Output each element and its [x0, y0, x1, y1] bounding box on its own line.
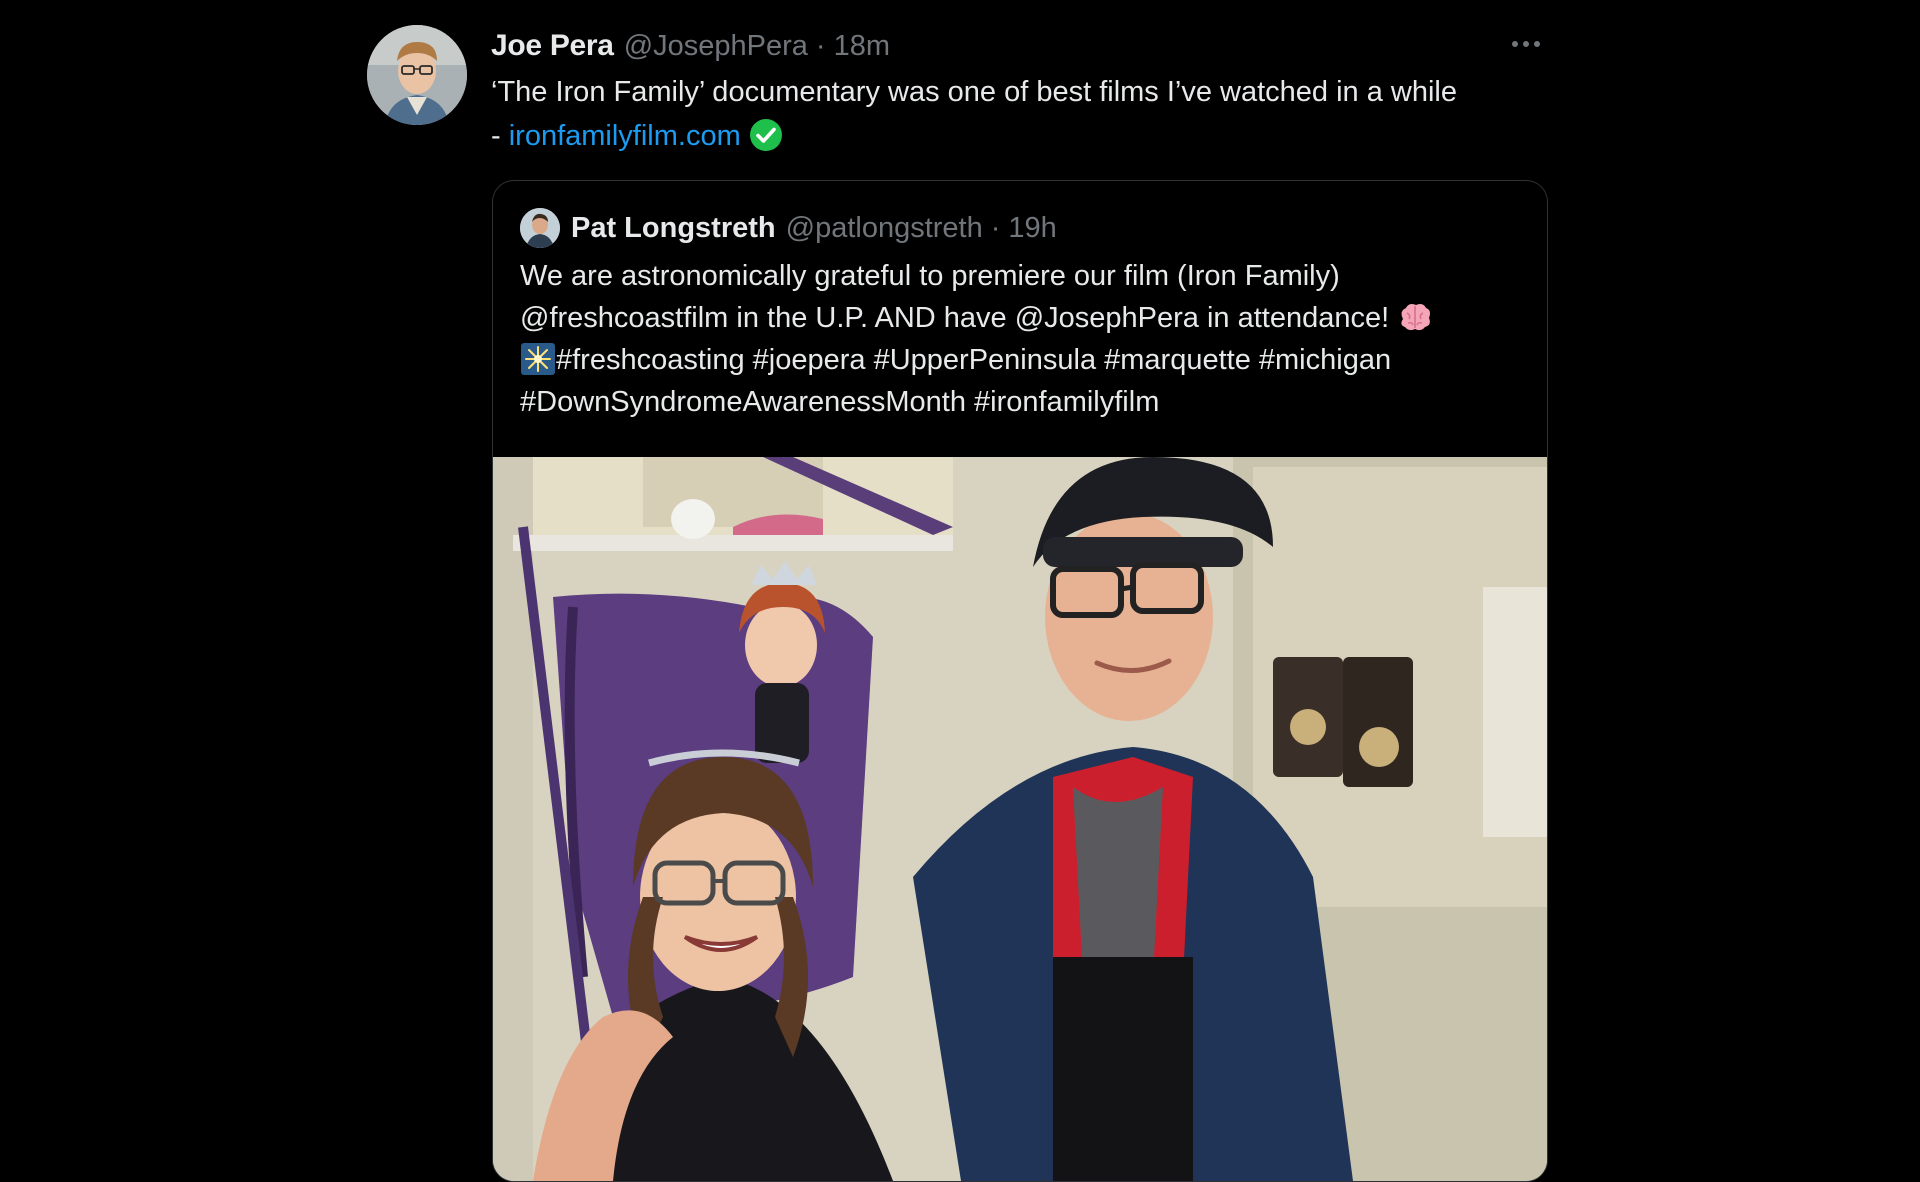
quoted-author-handle[interactable]: @patlongstreth: [786, 212, 983, 245]
tweet: Joe Pera @JosephPera · 18m ‘The Iron Fam…: [0, 0, 1920, 1182]
more-horizontal-icon: [1512, 41, 1540, 47]
author-display-name[interactable]: Joe Pera: [491, 29, 614, 63]
text-prefix: -: [491, 120, 509, 152]
more-options-button[interactable]: [1508, 30, 1544, 58]
quoted-text-segment: @freshcoastfilm in the U.P. AND have @Jo…: [520, 302, 1398, 334]
quoted-avatar-image: [520, 208, 560, 248]
quoted-tweet-header: Pat Longstreth @patlongstreth · 19h: [520, 207, 1057, 249]
quoted-text-segment: #freshcoasting #joepera #UpperPeninsula …: [556, 344, 1392, 376]
tweet-header: Joe Pera @JosephPera · 18m: [491, 26, 890, 66]
tweet-text-line: ‘The Iron Family’ documentary was one of…: [491, 76, 1458, 108]
tweet-text: ‘The Iron Family’ documentary was one of…: [491, 70, 1571, 158]
quoted-text-line: #DownSyndromeAwarenessMonth #ironfamilyf…: [520, 386, 1160, 418]
quoted-tweet-photo[interactable]: [493, 457, 1547, 1181]
author-handle[interactable]: @JosephPera: [624, 30, 808, 63]
tweet-timestamp[interactable]: 18m: [834, 30, 890, 63]
quoted-text-line: @freshcoastfilm in the U.P. AND have @Jo…: [520, 297, 1530, 339]
quoted-tweet-text: We are astronomically grateful to premie…: [520, 255, 1530, 423]
check-mark-button-emoji: [749, 119, 782, 151]
separator-dot: ·: [815, 29, 826, 62]
brain-emoji: [1401, 304, 1431, 331]
author-avatar[interactable]: [367, 25, 467, 125]
quoted-tweet[interactable]: Pat Longstreth @patlongstreth · 19h We a…: [492, 180, 1548, 1182]
separator-dot: ·: [990, 211, 1001, 244]
avatar-image: [367, 25, 467, 125]
tweet-text-line: - ironfamilyfilm.com: [491, 114, 1571, 158]
quoted-text-line: #freshcoasting #joepera #UpperPeninsula …: [520, 339, 1530, 381]
film-website-link[interactable]: ironfamilyfilm.com: [509, 120, 741, 152]
quoted-author-display-name[interactable]: Pat Longstreth: [571, 212, 776, 245]
quoted-text-line: We are astronomically grateful to premie…: [520, 260, 1340, 292]
quoted-tweet-timestamp[interactable]: 19h: [1008, 212, 1056, 245]
sparkler-emoji: [521, 343, 555, 375]
quoted-author-avatar[interactable]: [520, 208, 560, 248]
photo-two-people-smiling: [493, 457, 1547, 1181]
